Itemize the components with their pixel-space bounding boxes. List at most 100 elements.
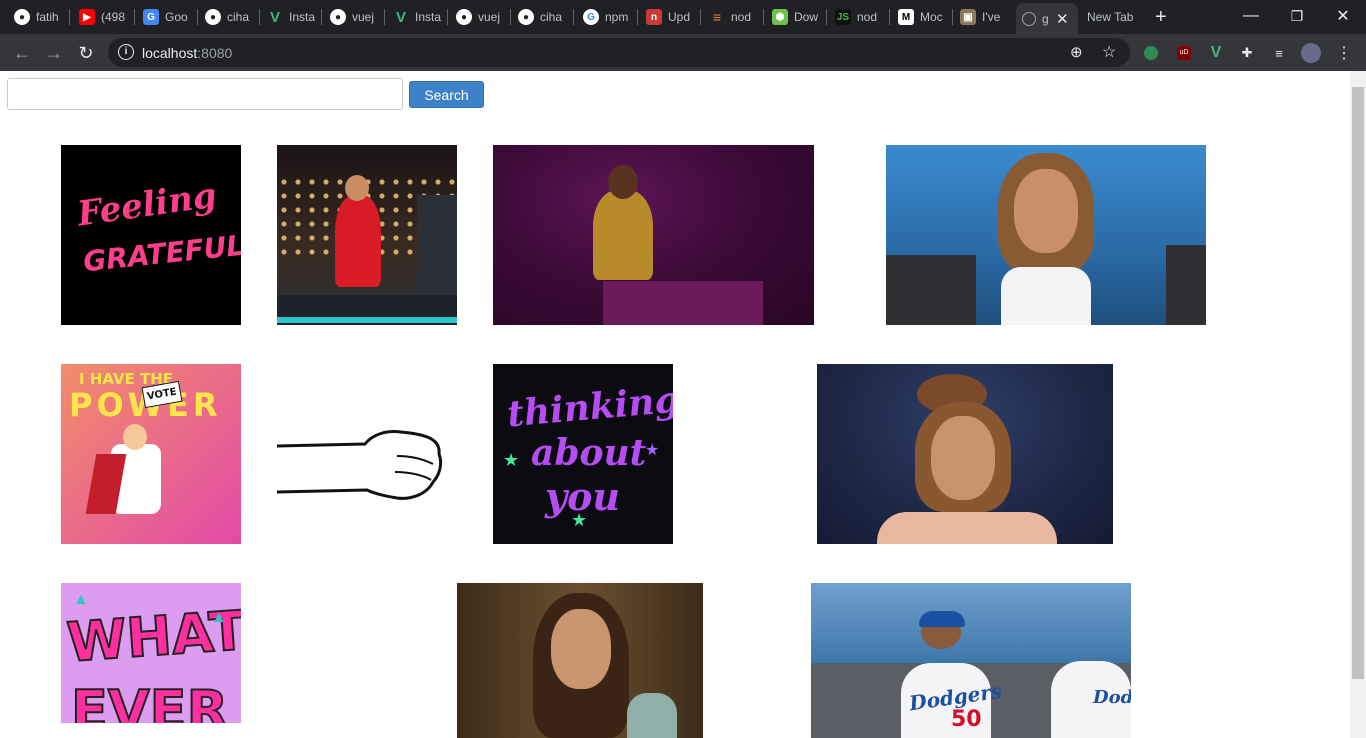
tab-upd[interactable]: n Upd (646, 6, 694, 28)
tab-ciha[interactable]: ● ciha (205, 6, 253, 28)
gif-text: about (531, 432, 647, 474)
tab-label: New Tab (1087, 10, 1134, 24)
vue-icon: V (269, 8, 280, 26)
search-input[interactable] (7, 78, 403, 110)
reload-icon: ↻ (78, 42, 94, 63)
media-control-icon[interactable]: ≡ (1269, 43, 1289, 63)
profile-avatar-icon[interactable] (1301, 43, 1321, 63)
search-button[interactable]: Search (409, 81, 484, 108)
restore-icon: ❐ (1290, 7, 1304, 24)
gif-thinking-about-you[interactable]: thinking about you ★ ★ ★ (493, 364, 673, 544)
vue-devtools-icon[interactable]: V (1206, 43, 1226, 63)
github-icon: ● (456, 9, 472, 25)
tab-fatih[interactable]: ● fatih (14, 6, 62, 28)
tab-youtube[interactable]: ▶ (498 (79, 6, 127, 28)
fist-illustration (277, 430, 443, 500)
google-icon: G (583, 9, 599, 25)
github-icon: ● (205, 9, 221, 25)
nodejs-icon: ⬢ (772, 9, 788, 25)
tab-nod[interactable]: ≡ nod (709, 6, 757, 28)
menu-kebab-icon[interactable]: ⋮ (1334, 43, 1354, 63)
tab-npm[interactable]: G npm (583, 6, 631, 28)
arrow-right-icon: → (45, 42, 63, 63)
tab-label: ciha (540, 10, 563, 24)
arrow-left-icon: ← (13, 42, 31, 63)
page-content: Search Feeling GRATEFUL I HAVE THE POWER… (0, 71, 1350, 738)
tab-label: Insta (289, 10, 315, 24)
plus-icon: + (1155, 6, 1167, 28)
tab-insta[interactable]: V Insta (267, 6, 315, 28)
github-icon: ● (518, 9, 534, 25)
star-icon[interactable]: ☆ (1102, 42, 1116, 62)
tab-label: nod (857, 10, 878, 24)
browser-chrome: ● fatih ▶ (498 G Goo ● ciha V Insta ● vu… (0, 0, 1366, 71)
gif-woman-dancing-red-dress[interactable] (277, 145, 457, 325)
tab-nod-2[interactable]: JS nod (835, 6, 883, 28)
close-window-button[interactable]: ✕ (1320, 0, 1366, 32)
triangle-icon: ▲ (73, 591, 89, 608)
tab-ive[interactable]: ▣ I've (960, 6, 1008, 28)
gif-woman-purple-stage[interactable] (493, 145, 814, 325)
gif-text: Dodg (1093, 687, 1131, 708)
extensions-puzzle-icon[interactable]: ✚ (1237, 43, 1257, 63)
tab-google-translate[interactable]: G Goo (143, 6, 191, 28)
tab-label: npm (605, 10, 629, 24)
tab-active[interactable]: g ✕ (1016, 3, 1078, 34)
tab-label: ciha (227, 10, 250, 24)
tab-label: Insta (415, 10, 441, 24)
address-bar[interactable]: i localhost:8080 ⊕ ☆ (108, 38, 1130, 67)
gif-text: EVER (70, 678, 229, 723)
tab-label: Moc (920, 10, 943, 24)
close-icon: ✕ (1336, 8, 1350, 25)
tab-label: g (1042, 11, 1048, 26)
new-tab-button[interactable]: + (1155, 6, 1175, 28)
url-host: localhost (142, 45, 198, 61)
ublock-icon[interactable]: uD (1174, 43, 1194, 63)
gif-woman-surprised[interactable] (457, 583, 703, 738)
stackoverflow-icon: ≡ (712, 9, 722, 25)
url-port: :8080 (197, 45, 233, 61)
picture-icon: ▣ (960, 9, 976, 25)
browser-toolbar: ← → ↻ i localhost:8080 ⊕ ☆ uD V ✚ ≡ ⋮ (0, 34, 1366, 71)
tab-label: vuej (478, 10, 501, 24)
gif-baseball-dodgers[interactable]: Dodgers 50 Dodg (811, 583, 1131, 738)
tab-dow[interactable]: ⬢ Dow (772, 6, 820, 28)
gif-i-have-the-power[interactable]: I HAVE THE POWER VOTE (61, 364, 241, 544)
info-icon[interactable]: i (118, 44, 134, 60)
tab-label: fatih (36, 10, 59, 24)
npm-icon: n (646, 9, 662, 25)
minimize-button[interactable]: — (1228, 0, 1274, 32)
page-scrollbar[interactable] (1350, 71, 1366, 738)
gif-text: Feeling (74, 175, 219, 235)
minimize-icon: — (1243, 7, 1259, 24)
medium-icon: M (898, 9, 914, 25)
tab-insta-2[interactable]: V Insta (393, 6, 441, 28)
google-translate-icon: G (143, 9, 159, 25)
youtube-icon: ▶ (79, 9, 95, 25)
triangle-icon: ▲ (211, 609, 227, 626)
tab-label: (498 (101, 10, 126, 24)
tab-ciha-2[interactable]: ● ciha (518, 6, 566, 28)
tab-new-tab[interactable]: New Tab (1087, 6, 1147, 28)
gif-woman-hair-bun[interactable] (817, 364, 1113, 544)
gif-woman-earrings-blue-stage[interactable] (886, 145, 1206, 325)
url-text: localhost:8080 (142, 45, 232, 61)
close-icon[interactable]: ✕ (1056, 10, 1069, 28)
tab-vuej[interactable]: ● vuej (330, 6, 378, 28)
tab-moc[interactable]: M Moc (898, 6, 946, 28)
reload-button[interactable]: ↻ (73, 40, 99, 66)
gif-text: thinking (505, 378, 673, 436)
gif-whatever[interactable]: WHAT EVER ▲ ▲ (61, 583, 241, 723)
scrollbar-thumb[interactable] (1352, 87, 1364, 679)
forward-button[interactable]: → (41, 40, 67, 66)
extension-globe-icon[interactable] (1141, 43, 1161, 63)
gif-feeling-grateful[interactable]: Feeling GRATEFUL (61, 145, 241, 325)
tab-label: I've (982, 10, 1001, 24)
tab-vuej-2[interactable]: ● vuej (456, 6, 504, 28)
back-button[interactable]: ← (9, 40, 35, 66)
gif-fist-drawing[interactable] (277, 364, 457, 544)
tab-strip: ● fatih ▶ (498 G Goo ● ciha V Insta ● vu… (0, 0, 1366, 34)
restore-button[interactable]: ❐ (1274, 0, 1320, 32)
zoom-icon[interactable]: ⊕ (1070, 43, 1083, 61)
github-icon: ● (330, 9, 346, 25)
